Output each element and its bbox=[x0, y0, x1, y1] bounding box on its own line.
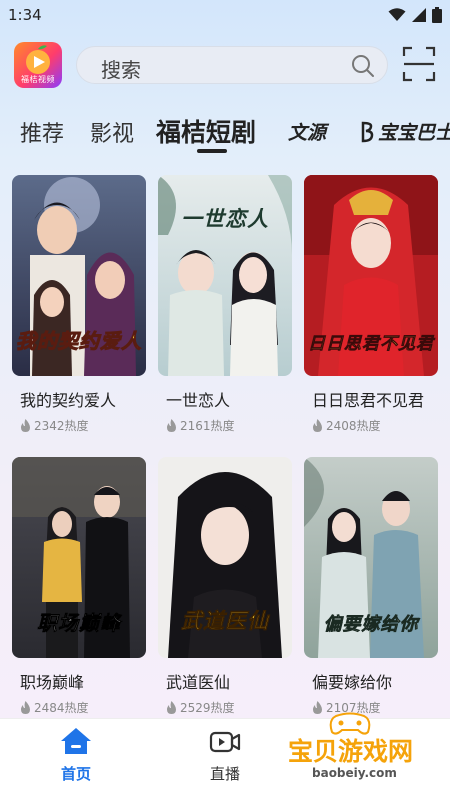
drama-card[interactable]: 我的契约爱人 我的契约爱人 2342热度 bbox=[12, 175, 146, 433]
heat-count-text: 2161热度 bbox=[180, 419, 235, 433]
nav-home-label: 首页 bbox=[60, 765, 91, 783]
tab-baobao-label: 宝宝巴士 bbox=[378, 122, 450, 144]
drama-card[interactable]: 偏要嫁给你 偏要嫁给你 2107热度 bbox=[304, 457, 438, 715]
nav-home[interactable]: 首页 bbox=[36, 727, 116, 784]
status-bar: 1:34 bbox=[0, 0, 450, 32]
scan-icon[interactable] bbox=[402, 46, 436, 82]
home-icon bbox=[61, 728, 91, 754]
app-logo[interactable]: 福桔视频 bbox=[14, 42, 62, 88]
tab-movies[interactable]: 影视 bbox=[90, 116, 134, 148]
heat-count: 2161热度 bbox=[166, 417, 235, 434]
baobao-logo-icon bbox=[361, 121, 374, 142]
flame-icon bbox=[167, 701, 176, 714]
heat-count: 2342热度 bbox=[20, 417, 89, 434]
drama-card[interactable]: 一世恋人 一世恋人 2161热度 bbox=[158, 175, 292, 433]
poster-title-text: 武道医仙 bbox=[181, 608, 269, 634]
tab-baobao-bashi[interactable]: 宝宝巴士 bbox=[360, 118, 450, 145]
watermark-text: 宝贝游戏网 bbox=[288, 737, 414, 766]
wifi-icon bbox=[388, 8, 406, 21]
poster-title-text: 一世恋人 bbox=[181, 206, 269, 231]
heat-count-text: 2529热度 bbox=[180, 701, 235, 715]
drama-title[interactable]: 日日思君不见君 bbox=[312, 387, 424, 411]
nav-live-label: 直播 bbox=[209, 765, 240, 783]
poster-title-text: 职场巅峰 bbox=[37, 611, 121, 636]
drama-poster[interactable]: 我的契约爱人 bbox=[12, 175, 146, 376]
poster-title-text: 我的契约爱人 bbox=[16, 329, 142, 354]
logo-text: 福桔视频 bbox=[21, 75, 55, 84]
heat-count-text: 2484热度 bbox=[34, 701, 89, 715]
live-video-icon bbox=[209, 731, 241, 753]
search-icon[interactable] bbox=[351, 54, 375, 78]
drama-title[interactable]: 一世恋人 bbox=[166, 387, 230, 411]
search-placeholder: 搜索 bbox=[101, 58, 141, 82]
drama-card[interactable]: 武道医仙 武道医仙 2529热度 bbox=[158, 457, 292, 715]
category-tabs: 推荐 影视 福桔短剧 文源 宝宝巴士 bbox=[20, 110, 450, 154]
flame-icon bbox=[21, 701, 30, 714]
heat-count: 2529热度 bbox=[166, 699, 235, 716]
tab-recommend[interactable]: 推荐 bbox=[20, 116, 64, 148]
tab-fuju-short-drama[interactable]: 福桔短剧 bbox=[156, 113, 256, 149]
heat-count-text: 2408热度 bbox=[326, 419, 381, 433]
heat-count: 2484热度 bbox=[20, 699, 89, 716]
flame-icon bbox=[21, 419, 30, 432]
status-icons bbox=[388, 7, 442, 23]
poster-title-text: 日日思君不见君 bbox=[308, 334, 434, 355]
drama-poster[interactable]: 一世恋人 bbox=[158, 175, 292, 376]
signal-icon bbox=[412, 8, 426, 22]
drama-card[interactable]: 日日思君不见君 日日思君不见君 2408热度 bbox=[304, 175, 438, 433]
drama-poster[interactable]: 职场巅峰 bbox=[12, 457, 146, 658]
drama-poster[interactable]: 武道医仙 bbox=[158, 457, 292, 658]
nav-live[interactable]: 直播 bbox=[185, 727, 265, 784]
drama-card[interactable]: 职场巅峰 职场巅峰 2484热度 bbox=[12, 457, 146, 715]
search-bar[interactable]: 搜索 bbox=[76, 46, 388, 84]
poster-title-text: 偏要嫁给你 bbox=[323, 614, 419, 636]
flame-icon bbox=[313, 419, 322, 432]
drama-title[interactable]: 偏要嫁给你 bbox=[312, 669, 392, 693]
tab-indicator bbox=[197, 149, 227, 153]
battery-icon bbox=[432, 7, 442, 23]
watermark: 宝贝游戏网 baobeiy.com bbox=[278, 712, 448, 798]
drama-poster[interactable]: 日日思君不见君 bbox=[304, 175, 438, 376]
drama-poster[interactable]: 偏要嫁给你 bbox=[304, 457, 438, 658]
heat-count-text: 2342热度 bbox=[34, 419, 89, 433]
flame-icon bbox=[167, 419, 176, 432]
drama-title[interactable]: 我的契约爱人 bbox=[20, 387, 116, 411]
drama-title[interactable]: 武道医仙 bbox=[166, 669, 230, 693]
status-time: 1:34 bbox=[8, 6, 42, 24]
drama-title[interactable]: 职场巅峰 bbox=[20, 669, 84, 693]
tab-wenyuan[interactable]: 文源 bbox=[288, 118, 326, 145]
watermark-url: baobeiy.com bbox=[312, 766, 397, 780]
heat-count: 2408热度 bbox=[312, 417, 381, 434]
